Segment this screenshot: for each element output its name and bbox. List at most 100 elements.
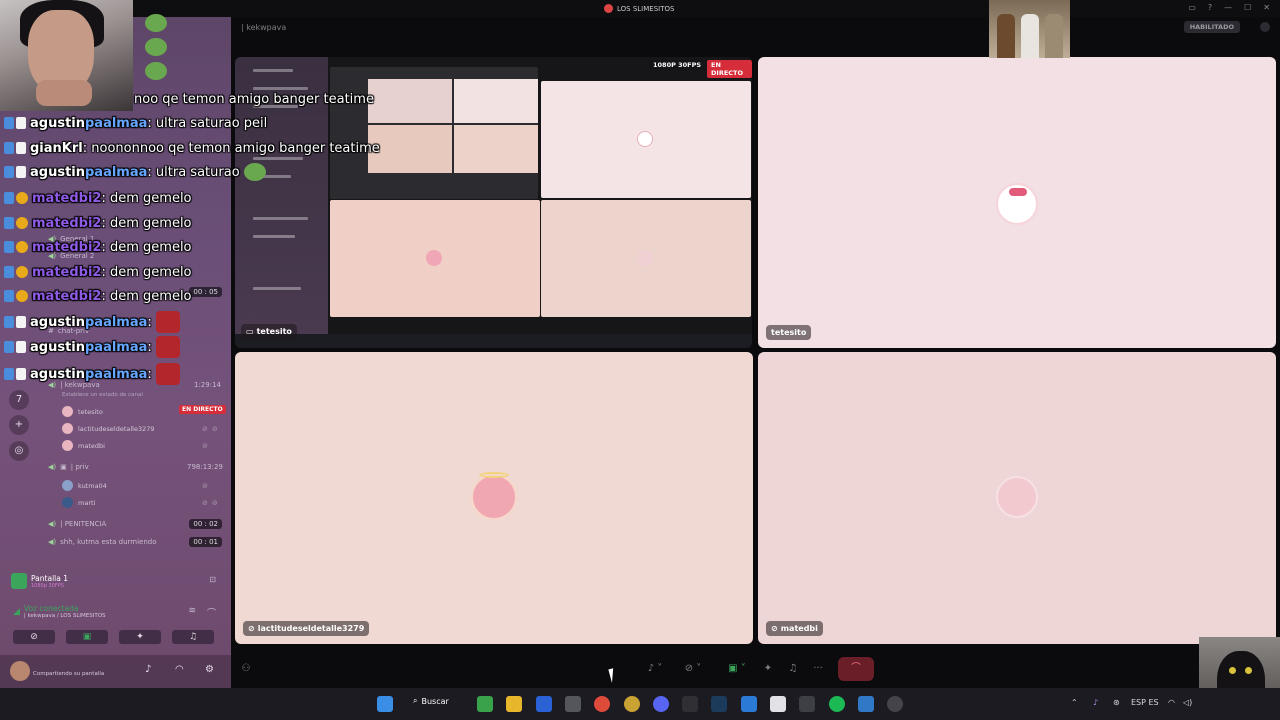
soundboard-icon[interactable]: ♫: [786, 659, 800, 679]
explore-icon[interactable]: ◎: [9, 441, 29, 461]
participant-tile-lactitude[interactable]: ⊘ lactitudeseldetalle3279: [235, 352, 753, 644]
screen-share-button[interactable]: ▣: [66, 630, 108, 644]
inner-preview-d: [454, 125, 538, 173]
stream-tile-tetesito[interactable]: 1080P 30FPS EN DIRECTO ▭ tetesito: [235, 57, 752, 348]
noise-suppression-icon[interactable]: ≋: [188, 606, 196, 616]
tray-chevron-icon[interactable]: ⌃: [1071, 698, 1078, 707]
window-titlebar: LOS SLIMESITOS ▭ ? — ☐ ✕: [0, 0, 1280, 17]
hash-icon: #: [48, 327, 54, 335]
share-screen-button[interactable]: ▣ ˅: [723, 659, 751, 679]
voice-channel-shh[interactable]: ◀) shh, kutma esta durmiendo: [48, 538, 157, 546]
invite-icon[interactable]: ⚇: [239, 659, 253, 679]
minimize-button[interactable]: —: [1224, 3, 1232, 12]
participant-tile-matedbi[interactable]: ⊘ matedbi: [758, 352, 1276, 644]
participant-avatar: [996, 476, 1038, 518]
microphone-icon[interactable]: ♪: [145, 664, 151, 675]
text-channel-chat-priv[interactable]: # chat-priv: [48, 327, 89, 335]
taskbar-search[interactable]: ⌕ Buscar: [413, 696, 449, 706]
window-title-text: LOS SLIMESITOS: [617, 4, 675, 13]
windows-start-icon[interactable]: [377, 696, 393, 712]
participant-tile-tetesito[interactable]: tetesito: [758, 57, 1276, 348]
inner-avatar: [637, 250, 653, 266]
soundboard-button[interactable]: ♫: [172, 630, 214, 644]
activities-button[interactable]: ✦: [119, 630, 161, 644]
avatar: [62, 440, 73, 451]
keyboard-language[interactable]: ESP ES: [1131, 698, 1159, 707]
lock-icon: ▣: [60, 463, 67, 471]
tray-volume-icon[interactable]: ◁): [1183, 698, 1192, 707]
settings-gear-icon[interactable]: ⚙: [205, 664, 214, 675]
close-button[interactable]: ✕: [1263, 3, 1270, 12]
status-button[interactable]: HABILITADO: [1183, 21, 1240, 33]
voice-channel-penitencia[interactable]: ◀) | PENITENCIA: [48, 520, 106, 528]
voice-channel-general-1[interactable]: ◀) General 1: [48, 235, 94, 243]
signal-icon: ◢: [13, 606, 20, 617]
file-explorer-icon[interactable]: [506, 696, 522, 712]
voice-status: ◢ Voz conectada | kekwpava / LOS SLIMESI…: [13, 604, 106, 619]
participant-label-text: tetesito: [771, 328, 807, 337]
vscode-icon[interactable]: [741, 696, 757, 712]
voice-channel-kekwpava[interactable]: ◀) | kekwpava: [48, 381, 100, 389]
more-options-icon[interactable]: ···: [811, 659, 825, 679]
member-marti[interactable]: marti ⊘⊘: [62, 497, 218, 508]
muted-deafened-icons: ⊘⊘: [202, 498, 222, 507]
chat-bubble-icon[interactable]: [1260, 22, 1270, 32]
member-kutma[interactable]: kutma04 ⊘: [62, 480, 208, 491]
tray-microphone-icon[interactable]: ♪: [1093, 698, 1098, 707]
voice-channel-priv[interactable]: ◀) ▣ | priv: [48, 463, 89, 471]
participant-label-text: matedbi: [780, 624, 818, 633]
speaker-icon: ◀): [48, 381, 57, 389]
chrome-icon[interactable]: [594, 696, 610, 712]
lego-figure: [1021, 14, 1039, 58]
microphone-toggle-button[interactable]: ♪ ˅: [643, 659, 667, 679]
popout-icon[interactable]: ⊡: [209, 575, 216, 584]
disconnect-icon[interactable]: ⌒: [207, 606, 216, 619]
discord-icon[interactable]: [653, 696, 669, 712]
chrome-profile-icon[interactable]: [624, 696, 640, 712]
hang-up-button[interactable]: ⌒: [838, 657, 874, 681]
deafened-icon: ⊘: [771, 624, 778, 633]
screen-share-quality: 1080p 30FPS: [31, 582, 64, 589]
server-icon[interactable]: 7: [9, 390, 29, 410]
camera-off-button[interactable]: ⊘: [13, 630, 55, 644]
avatar: [62, 406, 73, 417]
epic-games-icon[interactable]: [682, 696, 698, 712]
inbox-icon[interactable]: ▭: [1188, 3, 1196, 12]
user-avatar[interactable]: [10, 661, 30, 681]
stream-inner-sidebar: [235, 57, 328, 334]
cat-eye: [1245, 667, 1252, 674]
activities-icon[interactable]: ✦: [761, 659, 775, 679]
spotify-icon[interactable]: [829, 696, 845, 712]
add-server-icon[interactable]: +: [9, 415, 29, 435]
inner-line: [253, 157, 303, 160]
member-matedbi[interactable]: matedbi ⊘: [62, 440, 208, 451]
channel-header: | kekwpava HABILITADO: [231, 17, 1280, 39]
member-tetesito[interactable]: tetesito EN DIRECTO: [62, 405, 226, 417]
voice-connected-label: Voz conectada: [23, 604, 79, 613]
channel-status[interactable]: Establece un estado de canal: [62, 392, 143, 398]
headphones-icon[interactable]: ◠: [175, 664, 184, 675]
maximize-button[interactable]: ☐: [1244, 3, 1251, 12]
obs-icon[interactable]: [799, 696, 815, 712]
steam-icon[interactable]: [711, 696, 727, 712]
camera-toggle-button[interactable]: ⊘ ˅: [679, 659, 707, 679]
pencil-app-icon[interactable]: [536, 696, 552, 712]
help-icon[interactable]: ?: [1208, 3, 1212, 12]
call-controls: ⚇ ♪ ˅ ⊘ ˅ ▣ ˅ ✦ ♫ ··· ⌒: [231, 655, 1199, 683]
unity-icon[interactable]: [565, 696, 581, 712]
speaker-icon: ◀): [48, 252, 57, 260]
kekwpava-timer: 1:29:14: [194, 381, 221, 389]
participant-label: ⊘ matedbi: [766, 621, 823, 636]
minecraft-icon[interactable]: [477, 696, 493, 712]
voice-channel-general-2[interactable]: ◀) General 2: [48, 252, 94, 260]
settings-icon[interactable]: [887, 696, 903, 712]
photos-icon[interactable]: [858, 696, 874, 712]
tray-network-icon[interactable]: ⊛: [1113, 698, 1120, 707]
store-icon[interactable]: [770, 696, 786, 712]
member-name: marti: [78, 498, 96, 507]
webcam-hands: [36, 80, 92, 106]
header-channel-name: | kekwpava: [241, 23, 287, 32]
tray-wifi-icon[interactable]: ◠: [1168, 698, 1175, 707]
member-lactitude[interactable]: lactitudeseldetalle3279 ⊘⊘: [62, 423, 218, 434]
live-badge: EN DIRECTO: [179, 405, 226, 414]
